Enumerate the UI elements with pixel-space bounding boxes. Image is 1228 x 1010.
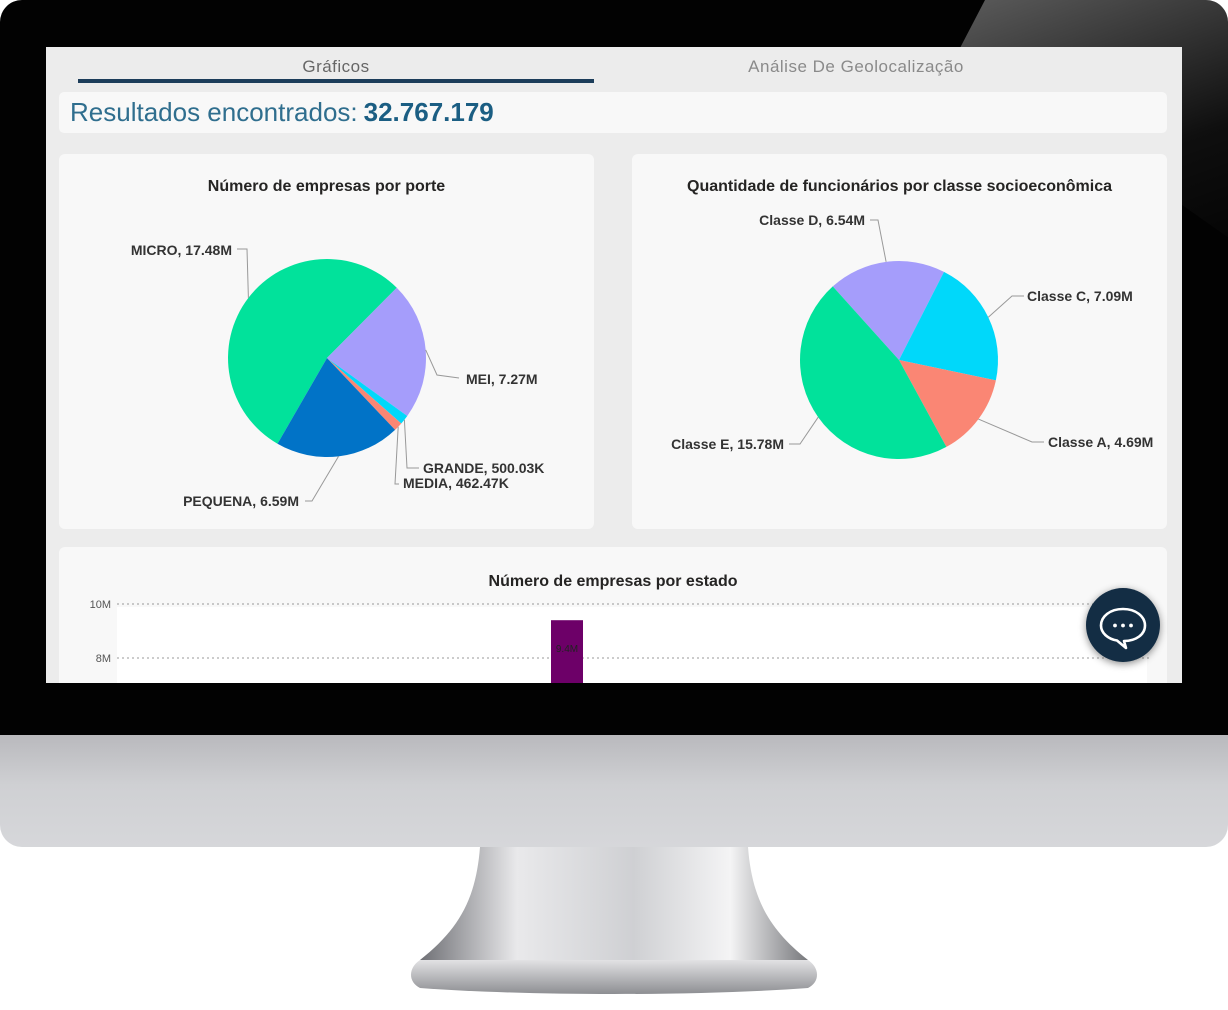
chat-bubble-icon <box>1099 607 1147 650</box>
data-label-mei: MEI, 7.27M <box>466 371 538 387</box>
data-label-classe-d: Classe D, 6.54M <box>759 212 865 228</box>
data-label-classe-a: Classe A, 4.69M <box>1048 434 1153 450</box>
results-count: 32.767.179 <box>363 97 494 127</box>
plot-area <box>117 607 1147 683</box>
results-text: Resultados encontrados: 32.767.179 <box>70 97 494 128</box>
data-label-pequena: PEQUENA, 6.59M <box>183 493 299 509</box>
chart-card-funcionarios-por-classe: Quantidade de funcionários por classe so… <box>632 154 1167 529</box>
pie-chart-porte: MICRO, 17.48M MEI, 7.27M GRANDE, 500.03KME… <box>131 242 545 509</box>
tab-graficos[interactable]: Gráficos <box>78 57 594 93</box>
leader-line <box>403 419 419 469</box>
data-label-media: MEDIA, 462.47K <box>403 475 509 491</box>
leader-line <box>870 219 887 262</box>
data-label-classe-c: Classe C, 7.09M <box>1027 288 1133 304</box>
leader-line <box>305 456 340 502</box>
data-label-micro: MICRO, 17.48M <box>131 242 232 258</box>
bar-data-label: 9.4M <box>556 644 578 655</box>
dashboard-screen: Gráficos Análise De Geolocalização Resul… <box>46 47 1182 683</box>
y-tick-label: 8M <box>96 653 111 665</box>
leader-line <box>425 349 460 379</box>
chart-card-empresas-por-estado: Número de empresas por estado 10M 8M 9.4M <box>59 547 1167 683</box>
tab-analise-geolocalizacao[interactable]: Análise De Geolocalização <box>601 57 1111 77</box>
results-bar: Resultados encontrados: 32.767.179 <box>59 92 1167 133</box>
leader-line <box>978 418 1044 443</box>
results-label: Resultados encontrados: <box>70 97 358 127</box>
pie-chart-classe: Classe D, 6.54M Classe C, 7.09M Classe A, … <box>671 212 1153 460</box>
chat-button[interactable] <box>1086 588 1160 662</box>
data-label-grande: GRANDE, 500.03K <box>423 460 544 476</box>
leader-line <box>237 248 249 298</box>
leader-line <box>394 426 399 485</box>
leader-line <box>987 295 1024 318</box>
leader-line <box>789 416 819 445</box>
bar-chart-estado: 10M 8M 9.4M <box>90 599 1149 683</box>
y-tick-label: 10M <box>90 599 111 611</box>
chart-card-empresas-por-porte: Número de empresas por porte MICRO, 17.4… <box>59 154 594 529</box>
data-label-classe-e: Classe E, 15.78M <box>671 436 784 452</box>
active-tab-indicator <box>78 79 594 83</box>
